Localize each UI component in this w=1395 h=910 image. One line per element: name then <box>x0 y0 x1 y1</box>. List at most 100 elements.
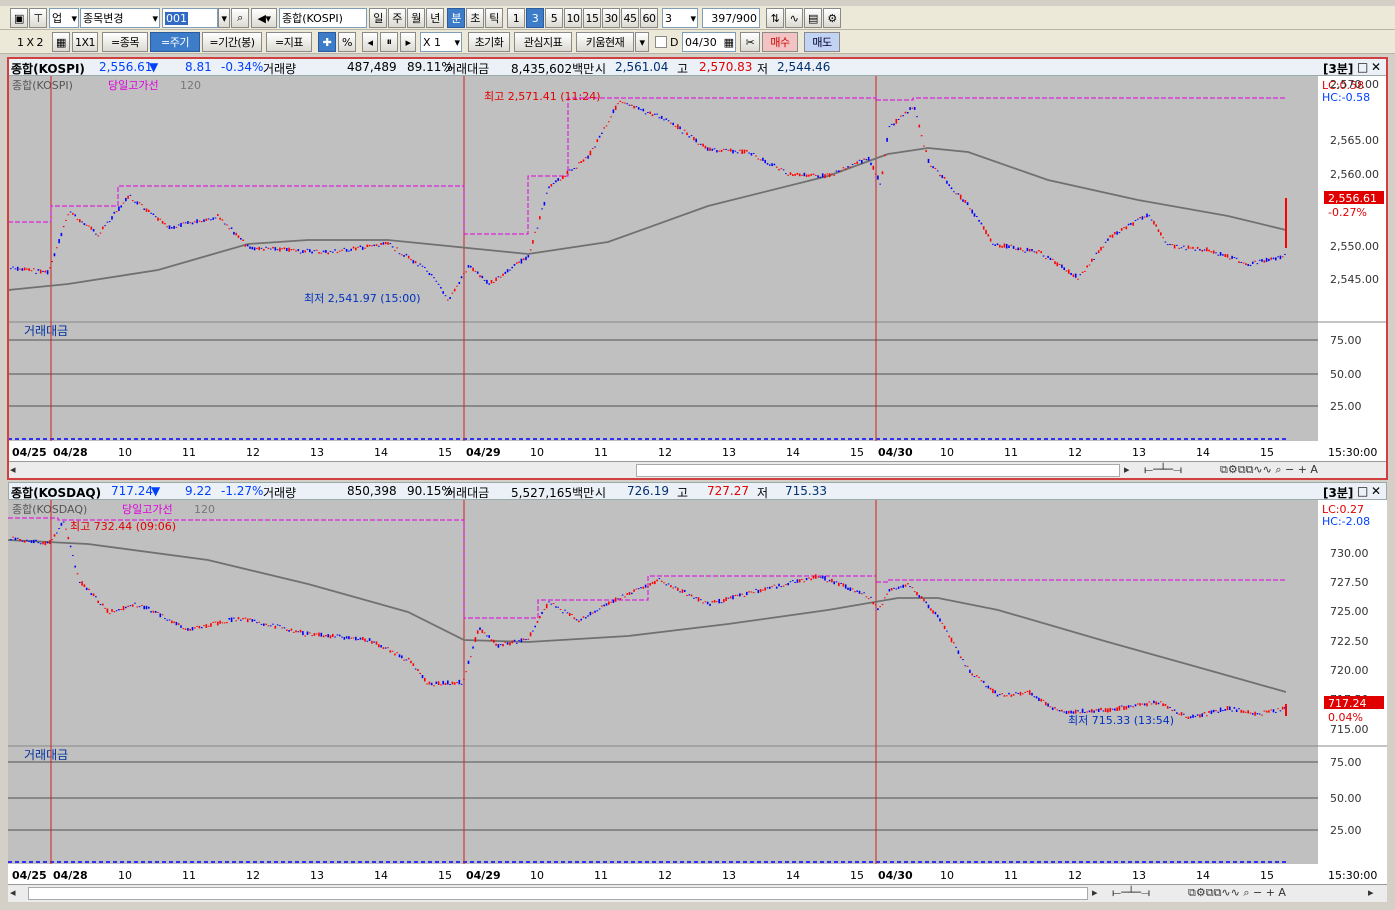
period-button-month[interactable]: 월 <box>407 8 425 28</box>
chevron-down-icon[interactable]: ▾ <box>635 32 649 52</box>
period-button-second[interactable]: 초 <box>466 8 484 28</box>
chart-tools-icon[interactable]: ⧉⚙⧉⧉∿∿ ⌕ − + A <box>1220 463 1318 477</box>
pin-icon[interactable]: ⊤ <box>29 8 47 28</box>
candle <box>433 277 435 279</box>
close-icon[interactable]: ✕ <box>1371 60 1381 74</box>
scroll-right-icon[interactable]: ▸ <box>1124 463 1130 476</box>
gear-icon[interactable]: ⚙ <box>823 8 841 28</box>
period-button-year[interactable]: 년 <box>426 8 444 28</box>
layout-1x1-button[interactable]: 1X1 <box>72 32 98 52</box>
close-icon[interactable]: ✕ <box>1371 484 1381 498</box>
candle <box>803 172 806 177</box>
link-period-button[interactable]: =주기 <box>150 32 200 52</box>
biz-select[interactable]: 업 ▾ <box>49 8 79 28</box>
minute-button-30[interactable]: 30 <box>602 8 620 28</box>
chevron-down-icon[interactable]: ▾ <box>218 8 230 28</box>
d-checkbox[interactable] <box>655 36 667 48</box>
sell-button[interactable]: 매도 <box>804 32 840 52</box>
minute-button-10[interactable]: 10 <box>564 8 582 28</box>
period-button-minute[interactable]: 분 <box>447 8 465 28</box>
speaker-icon[interactable]: ◀▾ <box>251 8 277 28</box>
scroll-right-icon[interactable]: ▸ <box>1368 886 1374 899</box>
chart-tool-icon[interactable]: ⇅ <box>766 8 784 28</box>
candle <box>16 537 19 539</box>
chart-tools-icon[interactable]: ⧉⚙⧉⧉∿∿ ⌕ − + A <box>1188 886 1286 900</box>
scroll-right-icon[interactable]: ▸ <box>1092 886 1098 899</box>
restore-icon[interactable]: □ <box>1357 60 1368 74</box>
kospi-chart-canvas[interactable]: 종합(KOSPI) 당일고가선 120 LC:0.58HC:-0.582,570.00… <box>8 76 1387 461</box>
candle <box>536 620 539 623</box>
candle <box>115 610 118 612</box>
buy-button[interactable]: 매수 <box>762 32 798 52</box>
link-range-button[interactable]: =기간(봉) <box>202 32 262 52</box>
window-icon[interactable]: ▣ <box>10 8 28 28</box>
candle <box>16 266 19 271</box>
candle <box>486 635 488 637</box>
zoom-slider-icon[interactable]: ⟝─┴─⟞ <box>1144 463 1182 477</box>
x-tick-label: 11 <box>182 869 196 882</box>
mult-select[interactable]: X 1 ▾ <box>420 32 462 52</box>
candle <box>421 265 424 267</box>
next-icon[interactable]: ▸ <box>400 32 416 52</box>
link-indicator-button[interactable]: =지표 <box>266 32 312 52</box>
candle <box>256 247 258 249</box>
minute-button-5[interactable]: 5 <box>545 8 563 28</box>
minute-button-60[interactable]: 60 <box>640 8 658 28</box>
draw-tool-icon[interactable]: ∿ <box>785 8 803 28</box>
link-stock-button[interactable]: =종목 <box>102 32 148 52</box>
candle <box>644 584 647 588</box>
candle <box>1229 706 1231 711</box>
unit-select[interactable]: 3 ▾ <box>662 8 698 28</box>
candle <box>1051 707 1054 711</box>
code-input[interactable]: 001 <box>162 8 218 28</box>
save-icon[interactable]: ▤ <box>804 8 822 28</box>
candle <box>1127 223 1130 226</box>
crosshair-icon[interactable]: ✚ <box>318 32 336 52</box>
candle <box>1162 237 1164 239</box>
candle <box>138 606 141 608</box>
layout-label[interactable]: 1 X 2 <box>10 32 50 52</box>
restore-icon[interactable]: □ <box>1357 484 1368 498</box>
kosdaq-scrollbar[interactable]: ◂ ▸ ⟝─┴─⟞ ⧉⚙⧉⧉∿∿ ⌕ − + A ▸ <box>8 884 1387 902</box>
percent-button[interactable]: % <box>338 32 356 52</box>
type-select[interactable]: 종목변경 ▾ <box>80 8 160 28</box>
candle <box>624 596 626 598</box>
search-icon[interactable]: ⌕ <box>231 8 249 28</box>
kospi-scrollbar[interactable]: ◂ ▸ ⟝─┴─⟞ ⧉⚙⧉⧉∿∿ ⌕ − + A <box>8 461 1387 479</box>
candle <box>1132 222 1134 226</box>
minute-button-3[interactable]: 3 <box>526 8 544 28</box>
prev-icon[interactable]: ◂ <box>362 32 378 52</box>
minute-button-45[interactable]: 45 <box>621 8 639 28</box>
scissors-icon[interactable]: ✂ <box>740 32 760 52</box>
scroll-left-icon[interactable]: ◂ <box>10 463 16 476</box>
candle <box>214 621 217 623</box>
kospi-scroll-thumb[interactable] <box>636 464 1120 477</box>
candle <box>792 174 794 176</box>
period-button-day[interactable]: 일 <box>369 8 387 28</box>
candle <box>79 581 81 583</box>
interest-indicator-button[interactable]: 관심지표 <box>514 32 572 52</box>
candle <box>1118 232 1121 234</box>
period-button-week[interactable]: 주 <box>388 8 406 28</box>
minute-button-15[interactable]: 15 <box>583 8 601 28</box>
minute-button-1[interactable]: 1 <box>507 8 525 28</box>
count-input[interactable]: 397/900 <box>702 8 760 28</box>
candle <box>1206 247 1208 252</box>
pause-icon[interactable]: ⏸ <box>380 32 398 52</box>
candle <box>856 590 858 592</box>
candle <box>1222 254 1224 256</box>
kiwoom-current-button[interactable]: 키움현재 <box>576 32 634 52</box>
grid-icon[interactable]: ▦ <box>52 32 70 52</box>
kosdaq-chart-canvas[interactable]: 종합(KOSDAQ) 당일고가선 120 LC:0.27HC:-2.08730.007… <box>8 500 1387 884</box>
zoom-slider-icon[interactable]: ⟝─┴─⟞ <box>1112 886 1150 900</box>
candle <box>989 238 992 242</box>
candle <box>663 119 665 121</box>
candle <box>1035 251 1038 254</box>
scroll-left-icon[interactable]: ◂ <box>10 886 16 899</box>
reset-button[interactable]: 초기화 <box>468 32 510 52</box>
kosdaq-scroll-thumb[interactable] <box>28 887 1088 900</box>
candle <box>541 611 543 615</box>
candle <box>978 219 980 222</box>
date-input[interactable]: 04/30 ▦ <box>682 32 736 52</box>
period-button-tick[interactable]: 틱 <box>485 8 503 28</box>
